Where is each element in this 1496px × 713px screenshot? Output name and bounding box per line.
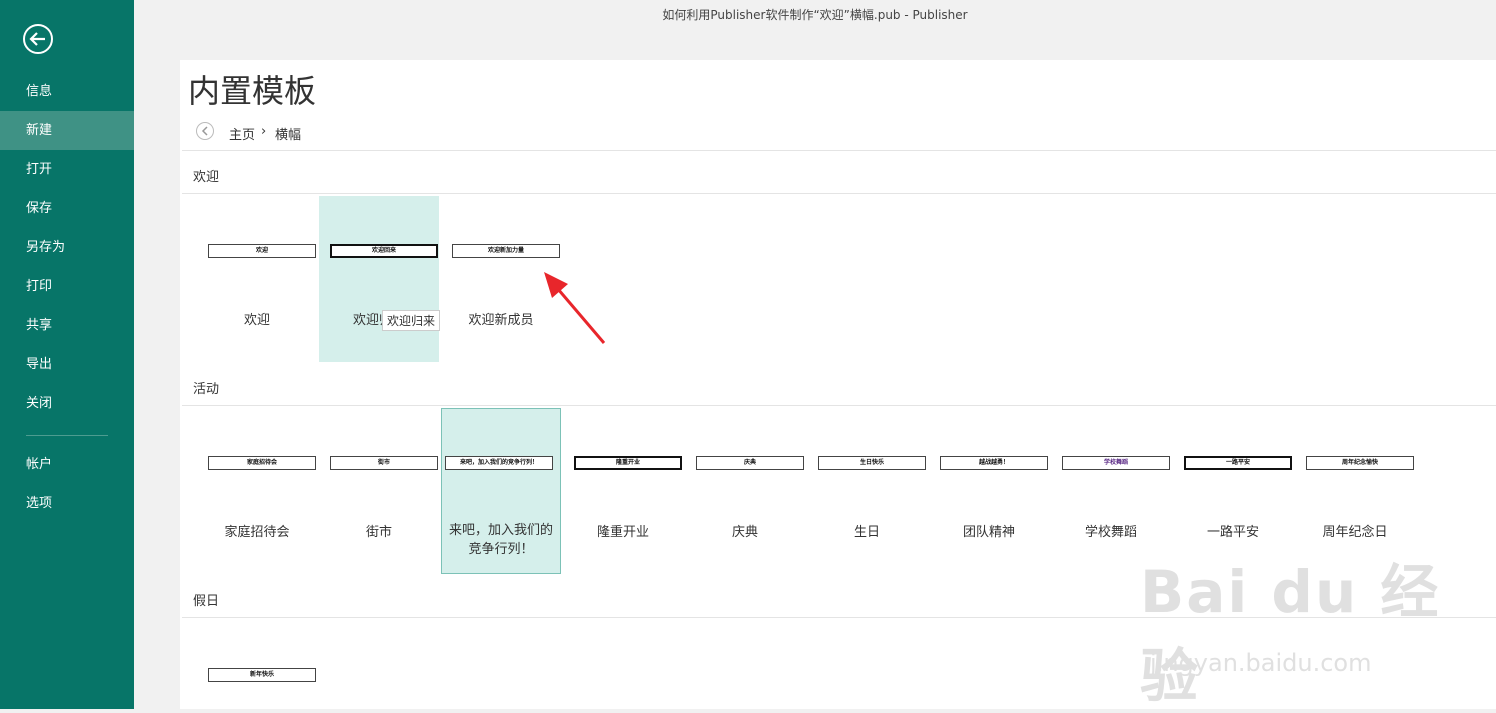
template-tile[interactable]: 生日快乐 生日	[807, 408, 927, 574]
template-label-line2: 竞争行列！	[468, 542, 534, 557]
template-thumbnail: 欢迎新加力量	[452, 244, 560, 258]
template-thumbnail: 一路平安	[1184, 456, 1292, 470]
template-thumbnail: 越战越勇！	[940, 456, 1048, 470]
back-arrow-icon[interactable]	[23, 24, 53, 54]
template-label-line1: 来吧，加入我们的	[448, 523, 553, 538]
template-label: 街市	[365, 525, 392, 540]
template-thumbnail: 欢迎回来	[330, 244, 438, 258]
template-label: 生日	[853, 525, 880, 540]
template-thumbnail: 学校舞蹈	[1062, 456, 1170, 470]
template-tile[interactable]: 家庭招待会 家庭招待会	[197, 408, 317, 574]
annotation-arrow-icon	[544, 272, 606, 344]
tooltip: 欢迎归来	[382, 310, 441, 331]
template-label: 学校舞蹈	[1084, 525, 1137, 540]
nav-print[interactable]: 打印	[0, 267, 134, 306]
template-tile[interactable]: 隆重开业 隆重开业	[563, 408, 683, 574]
nav-new[interactable]: 新建	[0, 111, 134, 150]
template-tile[interactable]: 新年快乐	[197, 620, 317, 709]
template-tile[interactable]: 越战越勇！ 团队精神	[929, 408, 1049, 574]
nav-open[interactable]: 打开	[0, 150, 134, 189]
section-heading-welcome: 欢迎	[193, 170, 220, 185]
baidu-watermark: Bai du 经验 jingyan.baidu.com	[1140, 545, 1496, 713]
template-label: 一路平安	[1206, 525, 1259, 540]
nav-save[interactable]: 保存	[0, 189, 134, 228]
template-thumbnail: 家庭招待会	[208, 456, 316, 470]
template-label: 欢迎	[243, 313, 270, 328]
template-thumbnail: 来吧，加入我们的竞争行列！	[445, 456, 553, 470]
template-label: 家庭招待会	[224, 525, 290, 540]
template-thumbnail: 隆重开业	[574, 456, 682, 470]
template-thumbnail: 周年纪念愉快	[1306, 456, 1414, 470]
template-tile[interactable]: 欢迎 欢迎	[197, 196, 317, 362]
template-thumbnail: 新年快乐	[208, 668, 316, 682]
breadcrumb-separator: ›	[261, 124, 267, 139]
template-thumbnail: 街市	[330, 456, 438, 470]
page-title: 内置模板	[188, 72, 317, 110]
template-tile[interactable]: 庆典 庆典	[685, 408, 805, 574]
template-tile-hovered[interactable]: 来吧，加入我们的竞争行列！ 来吧，加入我们的 竞争行列！	[441, 408, 561, 574]
nav-options[interactable]: 选项	[0, 484, 134, 523]
template-label: 周年纪念日	[1322, 525, 1388, 540]
divider	[182, 405, 1496, 406]
template-tile-selected[interactable]: 欢迎回来 欢迎归来	[319, 196, 439, 362]
template-label: 隆重开业	[596, 525, 649, 540]
template-thumbnail: 欢迎	[208, 244, 316, 258]
template-thumbnail: 生日快乐	[818, 456, 926, 470]
template-label: 庆典	[731, 525, 758, 540]
nav-account[interactable]: 帐户	[0, 445, 134, 484]
section-heading-holidays: 假日	[193, 594, 220, 609]
section-heading-events: 活动	[193, 382, 220, 397]
nav-close[interactable]: 关闭	[0, 384, 134, 423]
divider	[182, 150, 1496, 151]
watermark-brand: Bai du 经验	[1140, 558, 1441, 710]
breadcrumb-back-icon[interactable]	[196, 122, 214, 140]
backstage-sidebar: 信息 新建 打开 保存 另存为 打印 共享 导出 关闭 帐户 选项	[0, 0, 134, 709]
divider	[182, 193, 1496, 194]
template-thumbnail: 庆典	[696, 456, 804, 470]
nav-export[interactable]: 导出	[0, 345, 134, 384]
template-label: 团队精神	[962, 525, 1015, 540]
window-title: 如何利用Publisher软件制作“欢迎”横幅.pub - Publisher	[662, 8, 968, 22]
template-tile[interactable]: 街市 街市	[319, 408, 439, 574]
sidebar-divider	[26, 435, 108, 436]
breadcrumb-current: 横幅	[275, 128, 302, 143]
nav-info[interactable]: 信息	[0, 72, 134, 111]
nav-save-as[interactable]: 另存为	[0, 228, 134, 267]
watermark-url: jingyan.baidu.com	[1150, 649, 1372, 677]
breadcrumb-home[interactable]: 主页	[229, 124, 255, 143]
template-label: 来吧，加入我们的 竞争行列！	[442, 521, 560, 559]
nav-share[interactable]: 共享	[0, 306, 134, 345]
